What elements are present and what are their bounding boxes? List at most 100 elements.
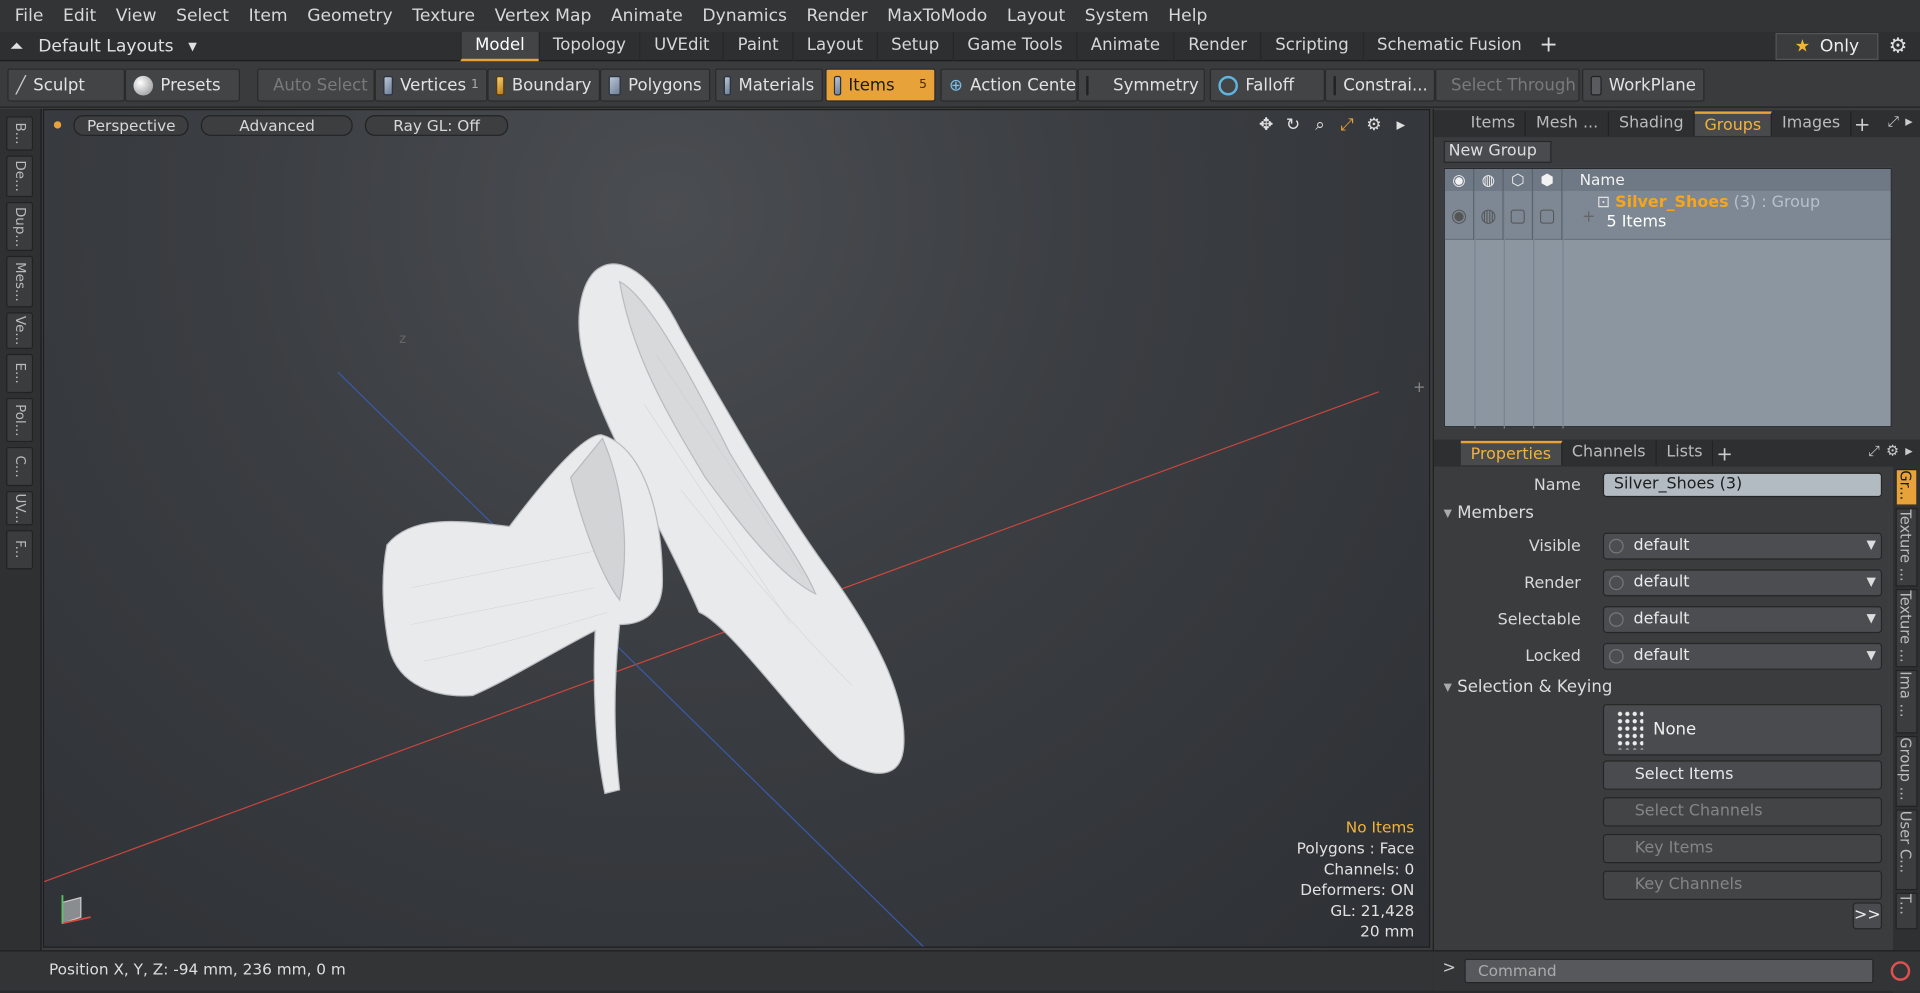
tab-layout[interactable]: Layout: [792, 31, 876, 62]
left-tab-9[interactable]: UV...: [6, 491, 34, 526]
menu-item-select[interactable]: Select: [166, 0, 238, 32]
advanced-button[interactable]: Advanced: [201, 114, 353, 136]
left-tab-3[interactable]: Dup...: [6, 202, 34, 252]
boundary-button[interactable]: Boundary: [487, 68, 601, 102]
add-tab-icon[interactable]: +: [1535, 32, 1562, 61]
tab-images[interactable]: Images: [1772, 111, 1852, 136]
row-render-icon[interactable]: ◍: [1474, 191, 1504, 241]
tab-animate[interactable]: Animate: [1076, 31, 1173, 62]
tab-render[interactable]: Render: [1173, 31, 1261, 62]
right-tab-6[interactable]: User C...: [1895, 809, 1918, 891]
menu-item-layout[interactable]: Layout: [997, 0, 1075, 32]
menu-item-geometry[interactable]: Geometry: [297, 0, 402, 32]
select-through-button[interactable]: Select Through: [1435, 68, 1580, 102]
more-button[interactable]: >>: [1852, 902, 1883, 930]
tab-game-tools[interactable]: Game Tools: [952, 31, 1076, 62]
left-tab-1[interactable]: B...: [6, 116, 34, 151]
lock-icon[interactable]: ⬡: [1504, 168, 1534, 192]
auto-select-button[interactable]: Auto Select: [257, 68, 375, 102]
only-button[interactable]: ★ Only: [1775, 33, 1879, 61]
left-tab-6[interactable]: E...: [6, 353, 34, 394]
tab-setup[interactable]: Setup: [876, 31, 952, 62]
tab-items[interactable]: Items: [1461, 111, 1527, 136]
select-icon[interactable]: ⬢: [1533, 168, 1563, 192]
action-center-button[interactable]: ⊕ Action Center: [940, 68, 1083, 102]
menu-item-system[interactable]: System: [1075, 0, 1159, 32]
zoom-view-icon[interactable]: ⌕: [1311, 115, 1328, 135]
left-tab-10[interactable]: F...: [6, 530, 34, 570]
new-group-button[interactable]: New Group: [1443, 140, 1552, 163]
menu-item-dynamics[interactable]: Dynamics: [693, 0, 797, 32]
viewport-menu-dot[interactable]: [53, 121, 62, 129]
render-icon[interactable]: ◍: [1474, 168, 1504, 192]
tab-groups[interactable]: Groups: [1694, 111, 1773, 136]
vertices-button[interactable]: Vertices 1: [374, 68, 488, 102]
items-button[interactable]: Items 5: [825, 68, 936, 102]
layout-selector[interactable]: ⏶ Default Layouts ▾: [10, 32, 197, 61]
tab-scripting[interactable]: Scripting: [1260, 31, 1363, 62]
polygons-button[interactable]: Polygons: [600, 68, 711, 102]
materials-button[interactable]: Materials: [715, 68, 823, 102]
tab-paint[interactable]: Paint: [722, 31, 792, 62]
tab-schematic-fusion[interactable]: Schematic Fusion: [1362, 31, 1535, 62]
workplane-button[interactable]: WorkPlane: [1582, 68, 1705, 102]
tab-shading[interactable]: Shading: [1609, 111, 1695, 136]
key-channels-button[interactable]: Key Channels: [1602, 870, 1883, 901]
record-icon[interactable]: [1890, 961, 1911, 981]
tab-uvedit[interactable]: UVEdit: [639, 31, 723, 62]
menu-item-file[interactable]: File: [5, 0, 53, 32]
select-items-button[interactable]: Select Items: [1602, 760, 1883, 790]
rotate-view-icon[interactable]: ↻: [1285, 115, 1302, 135]
row-eye-icon[interactable]: ◉: [1445, 191, 1475, 241]
right-tab-2[interactable]: Texture ...: [1895, 508, 1918, 587]
menu-item-view[interactable]: View: [106, 0, 166, 32]
eye-icon[interactable]: ◉: [1445, 168, 1475, 192]
symmetry-button[interactable]: Symmetry: [1077, 68, 1205, 102]
visible-select[interactable]: default ▼: [1602, 532, 1883, 560]
selectable-select[interactable]: default ▼: [1602, 606, 1883, 634]
right-tab-3[interactable]: Texture ...: [1895, 588, 1918, 668]
none-button[interactable]: None: [1602, 704, 1883, 756]
gear-icon[interactable]: ⚙: [1886, 34, 1910, 58]
menu-item-maxtomodo[interactable]: MaxToModo: [877, 0, 997, 32]
collapse-icon[interactable]: ⏶: [10, 37, 24, 57]
viewport-gear-icon[interactable]: ⚙: [1365, 115, 1382, 135]
raygl-button[interactable]: Ray GL: Off: [365, 114, 509, 136]
3d-viewport[interactable]: z + Perspective Advanced Ray GL: Off ✥ ↻…: [42, 108, 1431, 948]
right-tab-7[interactable]: T...: [1895, 892, 1918, 930]
add-tab-icon[interactable]: +: [1851, 112, 1873, 135]
locked-select[interactable]: default ▼: [1602, 642, 1883, 670]
tab-model[interactable]: Model: [460, 31, 539, 62]
presets-button[interactable]: Presets: [124, 68, 241, 102]
row-lock-checkbox[interactable]: ▢: [1504, 191, 1534, 241]
left-tab-4[interactable]: Mes...: [6, 255, 34, 308]
left-tab-8[interactable]: C...: [6, 446, 34, 487]
collapse-right-icon[interactable]: ▸: [1905, 113, 1912, 131]
expand-icon[interactable]: ⤢: [1887, 113, 1899, 131]
right-tab-1[interactable]: Gr...: [1895, 468, 1918, 506]
menu-item-item[interactable]: Item: [239, 0, 298, 32]
tab-mesh-[interactable]: Mesh ...: [1526, 111, 1610, 136]
tab-topology[interactable]: Topology: [538, 31, 639, 62]
members-section[interactable]: Members: [1444, 503, 1534, 523]
selection-keying-section[interactable]: Selection & Keying: [1444, 677, 1612, 697]
right-tab-5[interactable]: Group ...: [1895, 735, 1918, 807]
right-tab-4[interactable]: Ima ...: [1895, 669, 1918, 734]
menu-item-help[interactable]: Help: [1158, 0, 1217, 32]
left-tab-2[interactable]: De...: [6, 155, 34, 198]
menu-item-vertex-map[interactable]: Vertex Map: [485, 0, 601, 32]
left-tab-5[interactable]: Ve...: [6, 312, 34, 349]
name-field[interactable]: Silver_Shoes (3): [1602, 472, 1883, 498]
key-items-button[interactable]: Key Items: [1602, 833, 1883, 864]
render-select[interactable]: default ▼: [1602, 569, 1883, 597]
left-tab-7[interactable]: Pol...: [6, 397, 34, 443]
sculpt-button[interactable]: ╱ Sculpt: [7, 68, 125, 102]
menu-item-texture[interactable]: Texture: [402, 0, 484, 32]
menu-item-render[interactable]: Render: [797, 0, 878, 32]
select-channels-button[interactable]: Select Channels: [1602, 797, 1883, 827]
expand-toggle[interactable]: +: [1582, 208, 1595, 226]
falloff-button[interactable]: Falloff: [1209, 68, 1325, 102]
command-input[interactable]: Command: [1464, 958, 1874, 984]
expand-arrow-icon[interactable]: ▸: [1392, 115, 1409, 135]
maximize-view-icon[interactable]: ⤢: [1338, 115, 1355, 135]
